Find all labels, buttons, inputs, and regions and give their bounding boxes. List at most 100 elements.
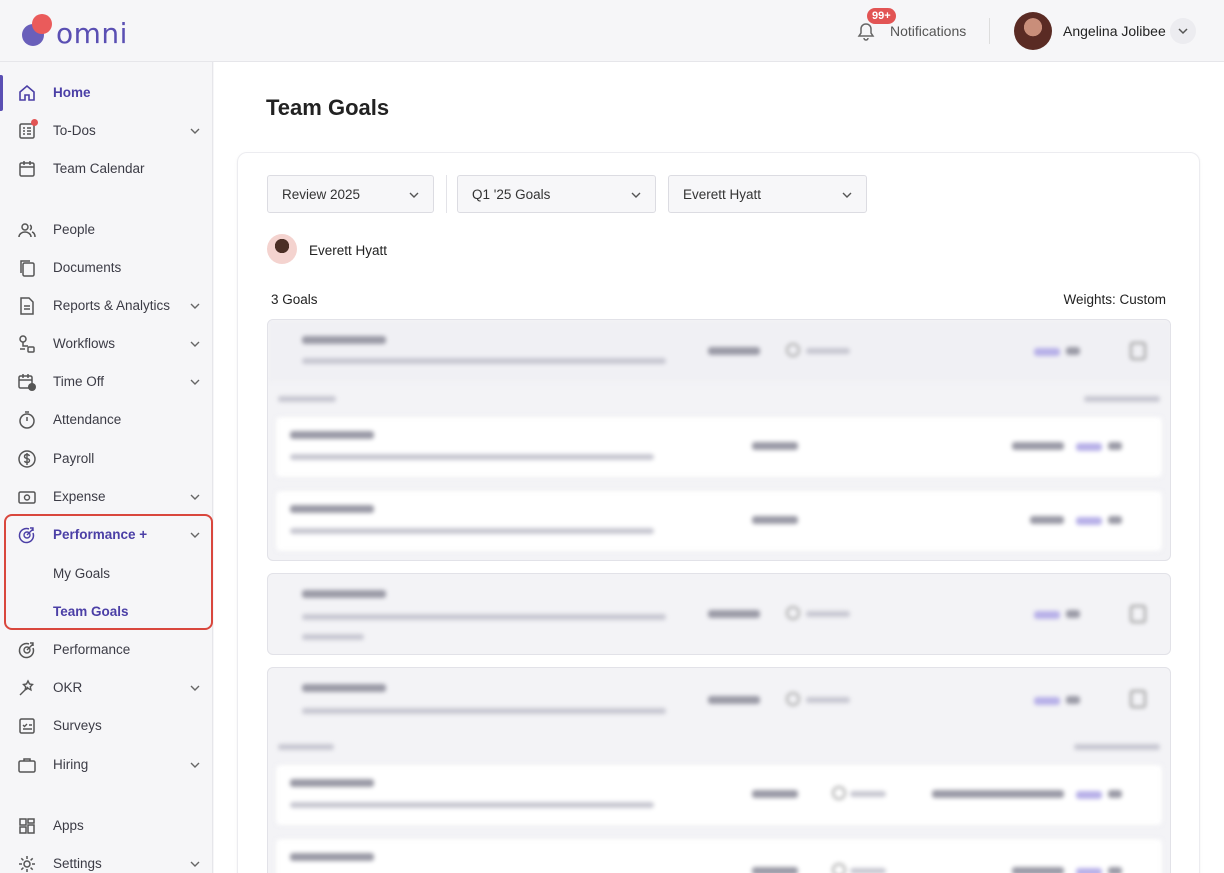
sidebar-subitem-my-goals[interactable]: My Goals	[0, 558, 213, 590]
sidebar-item-expense[interactable]: Expense	[0, 479, 213, 515]
sidebar-item-performance-plus[interactable]: Performance +	[0, 517, 213, 553]
stopwatch-icon	[19, 411, 35, 429]
sidebar-item-label: Expense	[53, 489, 106, 504]
documents-icon	[20, 260, 35, 277]
chevron-down-icon[interactable]	[188, 758, 202, 772]
sidebar-item-label: Documents	[53, 260, 122, 275]
calendar-icon	[19, 161, 35, 177]
select-value: Review 2025	[282, 187, 361, 202]
expense-icon	[18, 491, 36, 504]
logo-text: omni	[56, 17, 128, 50]
notifications-button[interactable]: 99+ Notifications	[856, 8, 976, 50]
people-icon	[18, 223, 36, 238]
sidebar-item-payroll[interactable]: Payroll	[0, 441, 213, 477]
employee-avatar	[267, 234, 297, 264]
performance-icon	[18, 642, 35, 659]
top-bar: omni 99+ Notifications Angelina Jolibee	[0, 0, 1224, 62]
okr-icon	[19, 679, 34, 696]
sidebar-item-label: OKR	[53, 680, 83, 695]
goals-count: 3 Goals	[271, 292, 318, 307]
employee-select[interactable]: Everett Hyatt	[668, 175, 867, 213]
chevron-up-icon[interactable]	[188, 528, 202, 542]
sidebar-item-label: Settings	[53, 856, 102, 871]
sidebar-item-apps[interactable]: Apps	[0, 808, 213, 844]
sidebar-item-surveys[interactable]: Surveys	[0, 708, 213, 744]
notifications-label: Notifications	[890, 23, 967, 39]
goal-card[interactable]	[267, 667, 1171, 873]
user-name[interactable]: Angelina Jolibee	[1063, 23, 1166, 39]
chevron-down-icon	[1178, 28, 1188, 35]
sidebar-item-label: Time Off	[53, 374, 105, 389]
time-off-icon	[18, 374, 36, 391]
goal-card[interactable]	[267, 319, 1171, 561]
chevron-down-icon	[631, 192, 641, 198]
header-divider	[989, 18, 990, 44]
sidebar-item-label: Reports & Analytics	[53, 298, 171, 313]
filter-divider	[446, 175, 447, 213]
sidebar-item-todos[interactable]: To-Dos	[0, 113, 213, 149]
chevron-down-icon[interactable]	[188, 124, 202, 138]
sidebar-item-label: Apps	[53, 818, 84, 833]
workflow-icon	[19, 335, 35, 353]
sidebar-item-label: Workflows	[53, 336, 116, 351]
sidebar-item-label: Performance	[53, 642, 131, 657]
sidebar-item-people[interactable]: People	[0, 212, 213, 248]
todo-alert-dot	[31, 119, 38, 126]
sidebar-item-workflows[interactable]: Workflows	[0, 326, 213, 362]
apps-icon	[19, 818, 35, 834]
chevron-down-icon	[842, 192, 852, 198]
logo-mark-red	[32, 14, 52, 34]
main-content: Team Goals Review 2025 Q1 '25 Goals Ever…	[214, 62, 1224, 873]
weights-label: Weights: Custom	[1063, 292, 1166, 307]
bell-icon	[857, 23, 875, 41]
chevron-down-icon[interactable]	[188, 490, 202, 504]
chevron-down-icon[interactable]	[188, 681, 202, 695]
sidebar-item-label: Performance +	[53, 527, 148, 542]
sidebar-item-label: Hiring	[53, 757, 89, 772]
sidebar-item-settings[interactable]: Settings	[0, 846, 213, 873]
sidebar-item-home[interactable]: Home	[0, 75, 213, 111]
sidebar-item-hiring[interactable]: Hiring	[0, 747, 213, 783]
report-icon	[20, 297, 34, 315]
sidebar-item-documents[interactable]: Documents	[0, 250, 213, 286]
chevron-down-icon[interactable]	[188, 857, 202, 871]
chevron-down-icon[interactable]	[188, 337, 202, 351]
chevron-down-icon[interactable]	[188, 375, 202, 389]
chevron-down-icon	[409, 192, 419, 198]
sidebar-item-label: Team Calendar	[53, 161, 145, 176]
gear-icon	[19, 856, 35, 872]
sidebar: Home To-Dos Team Calendar People Documen…	[0, 62, 213, 873]
survey-icon	[19, 718, 35, 734]
dollar-icon	[18, 450, 36, 468]
select-value: Q1 '25 Goals	[472, 187, 551, 202]
user-menu-button[interactable]	[1170, 18, 1196, 44]
notification-count-badge: 99+	[867, 8, 896, 24]
sidebar-item-time-off[interactable]: Time Off	[0, 364, 213, 400]
user-avatar[interactable]	[1014, 12, 1052, 50]
sidebar-subitem-team-goals[interactable]: Team Goals	[0, 596, 213, 628]
omni-logo[interactable]: omni	[20, 14, 150, 50]
goal-card[interactable]	[267, 573, 1171, 655]
sidebar-item-attendance[interactable]: Attendance	[0, 402, 213, 438]
performance-icon	[18, 527, 35, 544]
sidebar-item-performance[interactable]: Performance	[0, 632, 213, 668]
employee-name: Everett Hyatt	[309, 243, 388, 258]
goal-period-select[interactable]: Q1 '25 Goals	[457, 175, 656, 213]
goals-card: Review 2025 Q1 '25 Goals Everett Hyatt E…	[237, 152, 1200, 873]
sidebar-item-label: Surveys	[53, 718, 102, 733]
sidebar-item-team-calendar[interactable]: Team Calendar	[0, 151, 213, 187]
review-cycle-select[interactable]: Review 2025	[267, 175, 434, 213]
sidebar-subitem-label: Team Goals	[53, 604, 129, 619]
sidebar-item-reports[interactable]: Reports & Analytics	[0, 288, 213, 324]
chevron-down-icon[interactable]	[188, 299, 202, 313]
sidebar-item-label: People	[53, 222, 96, 237]
sidebar-item-label: To-Dos	[53, 123, 96, 138]
home-icon	[19, 84, 35, 101]
sidebar-item-label: Home	[53, 85, 91, 100]
sidebar-item-okr[interactable]: OKR	[0, 670, 213, 706]
sidebar-item-label: Attendance	[53, 412, 122, 427]
sidebar-item-label: Payroll	[53, 451, 95, 466]
sidebar-subitem-label: My Goals	[53, 566, 111, 581]
page-title: Team Goals	[266, 95, 390, 120]
select-value: Everett Hyatt	[683, 187, 762, 202]
